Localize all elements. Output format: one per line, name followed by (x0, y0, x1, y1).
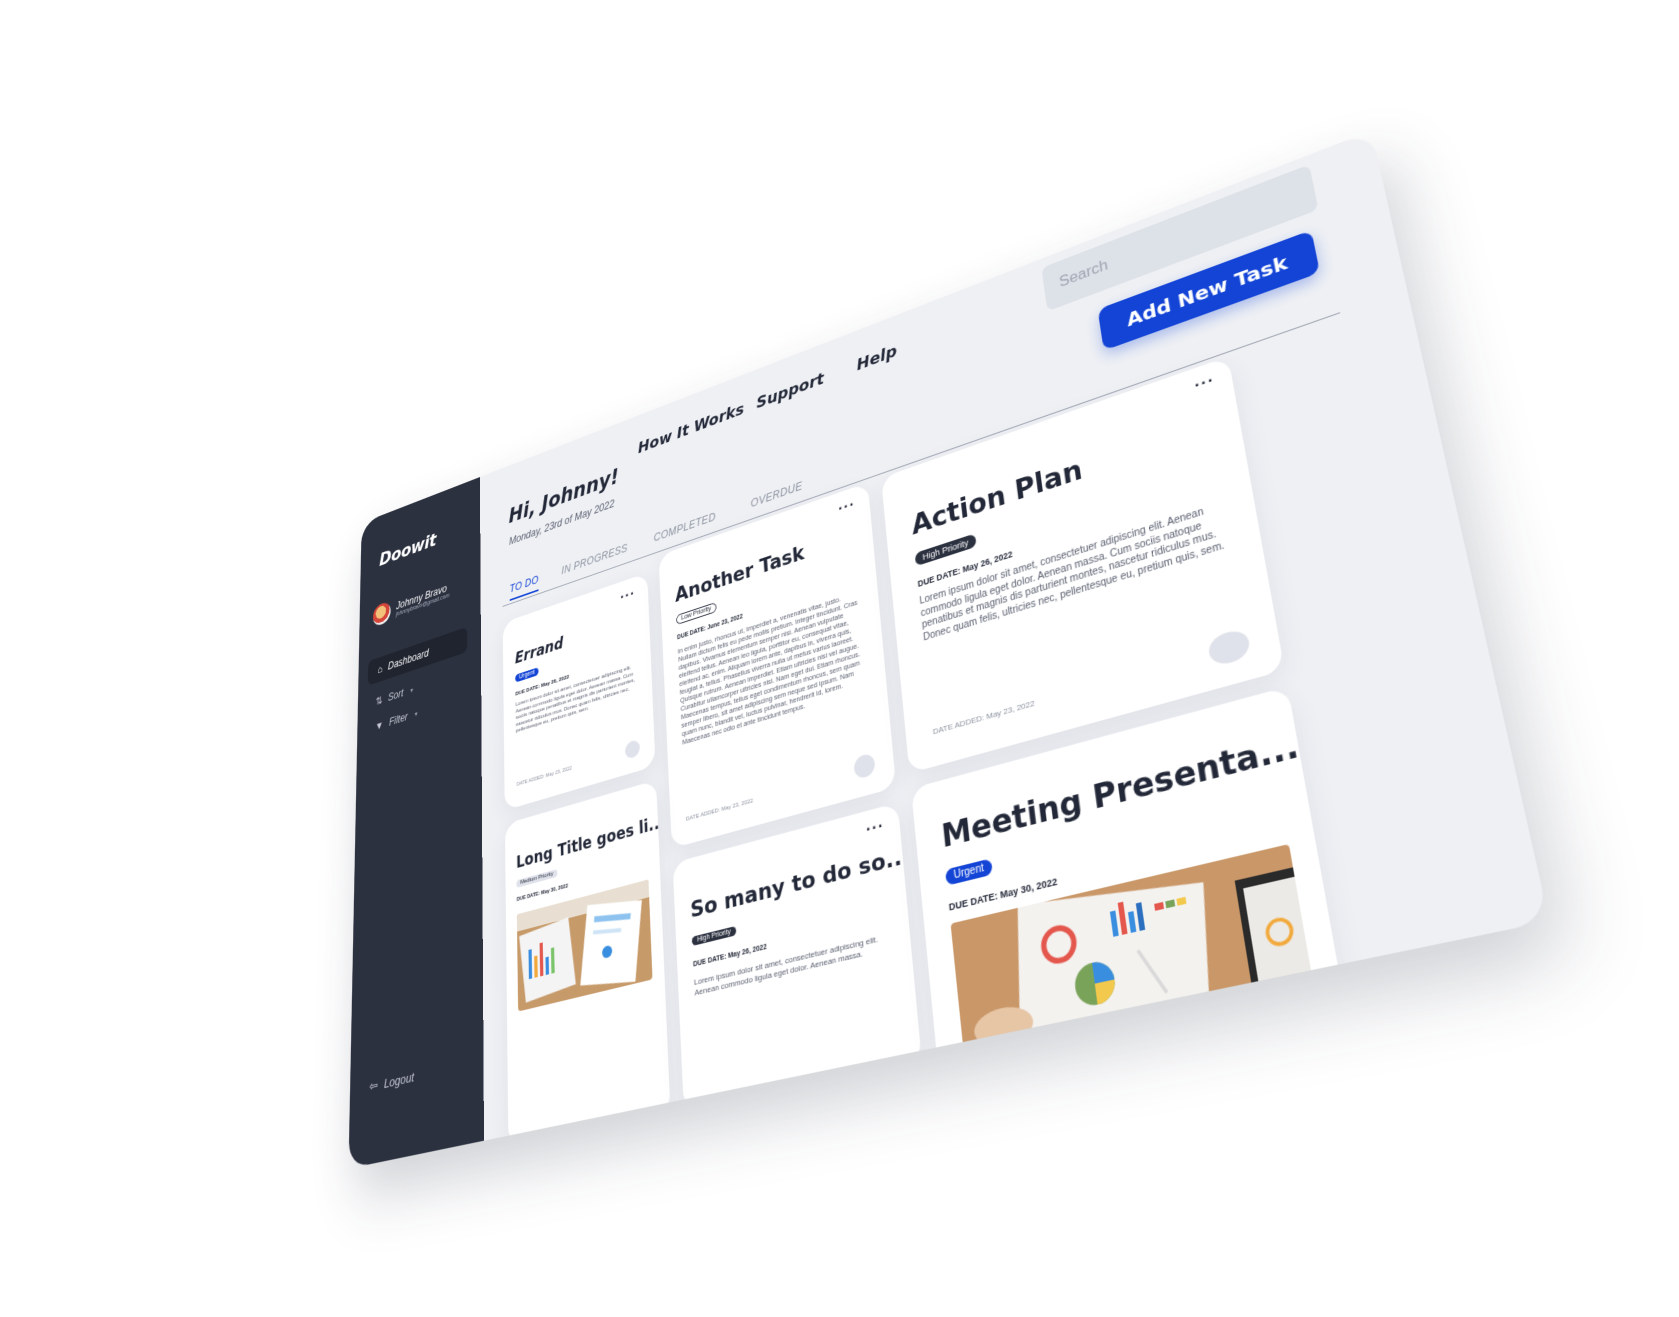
task-card-errand[interactable]: ··· Errand Urgent DUE DATE: May 26, 2022… (503, 573, 656, 811)
more-icon[interactable]: ··· (620, 586, 636, 607)
card-image (951, 844, 1314, 1058)
nav-help[interactable]: Help (856, 342, 898, 375)
sidebar: Doowit Johnny Bravo johnnybravo@gmail.co… (348, 477, 484, 1169)
assignee-placeholder (853, 752, 875, 780)
card-body: Lorem ipsum dolor sit amet, consectetuer… (694, 931, 894, 999)
date-added: DATE ADDED: May 23, 2022 (932, 698, 1035, 736)
priority-tag: High Priority (692, 926, 737, 946)
card-title: Another Task (675, 541, 806, 606)
more-icon[interactable]: ··· (1193, 372, 1216, 396)
due-date: DUE DATE: May 30, 2022 (517, 883, 568, 903)
card-title: Long Title goes li... (516, 812, 665, 872)
filter-icon: ▼ (375, 718, 383, 732)
priority-tag: Urgent (515, 667, 538, 682)
nav-how-it-works[interactable]: How It Works (638, 400, 745, 458)
sort-icon: ⇅ (376, 694, 383, 708)
app-window: Doowit Johnny Bravo johnnybravo@gmail.co… (348, 131, 1549, 1169)
date-added: DATE ADDED: May 23, 2022 (686, 798, 753, 823)
task-card-so-many[interactable]: ··· So many to do so... High Priority DU… (673, 803, 922, 1111)
sidebar-item-label: Filter (389, 710, 408, 728)
user-profile[interactable]: Johnny Bravo johnnybravo@gmail.com (373, 579, 450, 627)
assignee-placeholder (625, 739, 640, 760)
nav-support[interactable]: Support (756, 369, 825, 412)
home-icon: ⌂ (377, 663, 382, 676)
chevron-down-icon: ▾ (415, 709, 418, 718)
sidebar-item-sort[interactable]: ⇅ Sort ▾ (376, 684, 414, 708)
sidebar-item-filter[interactable]: ▼ Filter ▾ (375, 707, 417, 733)
priority-tag: High Priority (915, 533, 977, 566)
sidebar-item-label: Sort (388, 687, 403, 704)
task-card-long-title[interactable]: Long Title goes li... Medium Priority DU… (505, 780, 671, 1146)
card-title: Errand (515, 635, 564, 668)
assignee-placeholder (1207, 627, 1252, 668)
logout-button[interactable]: ⇦ Logout (369, 1068, 414, 1095)
more-icon[interactable]: ··· (865, 817, 885, 840)
priority-tag: Low Priority (676, 602, 716, 625)
chevron-down-icon: ▾ (410, 686, 413, 694)
logout-label: Logout (384, 1069, 414, 1091)
sidebar-item-label: Dashboard (388, 647, 429, 673)
date-added: DATE ADDED: May 23, 2022 (517, 766, 572, 788)
logout-icon: ⇦ (369, 1077, 378, 1096)
app-logo[interactable]: Doowit (379, 530, 436, 571)
more-icon[interactable]: ··· (838, 496, 856, 518)
card-title: So many to do so... (690, 842, 911, 923)
priority-tag: Urgent (945, 858, 993, 886)
tab-overdue[interactable]: OVERDUE (750, 479, 802, 509)
priority-tag: Medium Priority (516, 869, 557, 888)
card-title: Action Plan (910, 453, 1084, 541)
tab-todo[interactable]: TO DO (510, 573, 539, 601)
sidebar-item-dashboard[interactable]: ⌂ Dashboard (368, 627, 467, 686)
tab-in-progress[interactable]: IN PROGRESS (561, 542, 628, 577)
avatar (373, 600, 391, 627)
card-image (517, 879, 653, 1011)
